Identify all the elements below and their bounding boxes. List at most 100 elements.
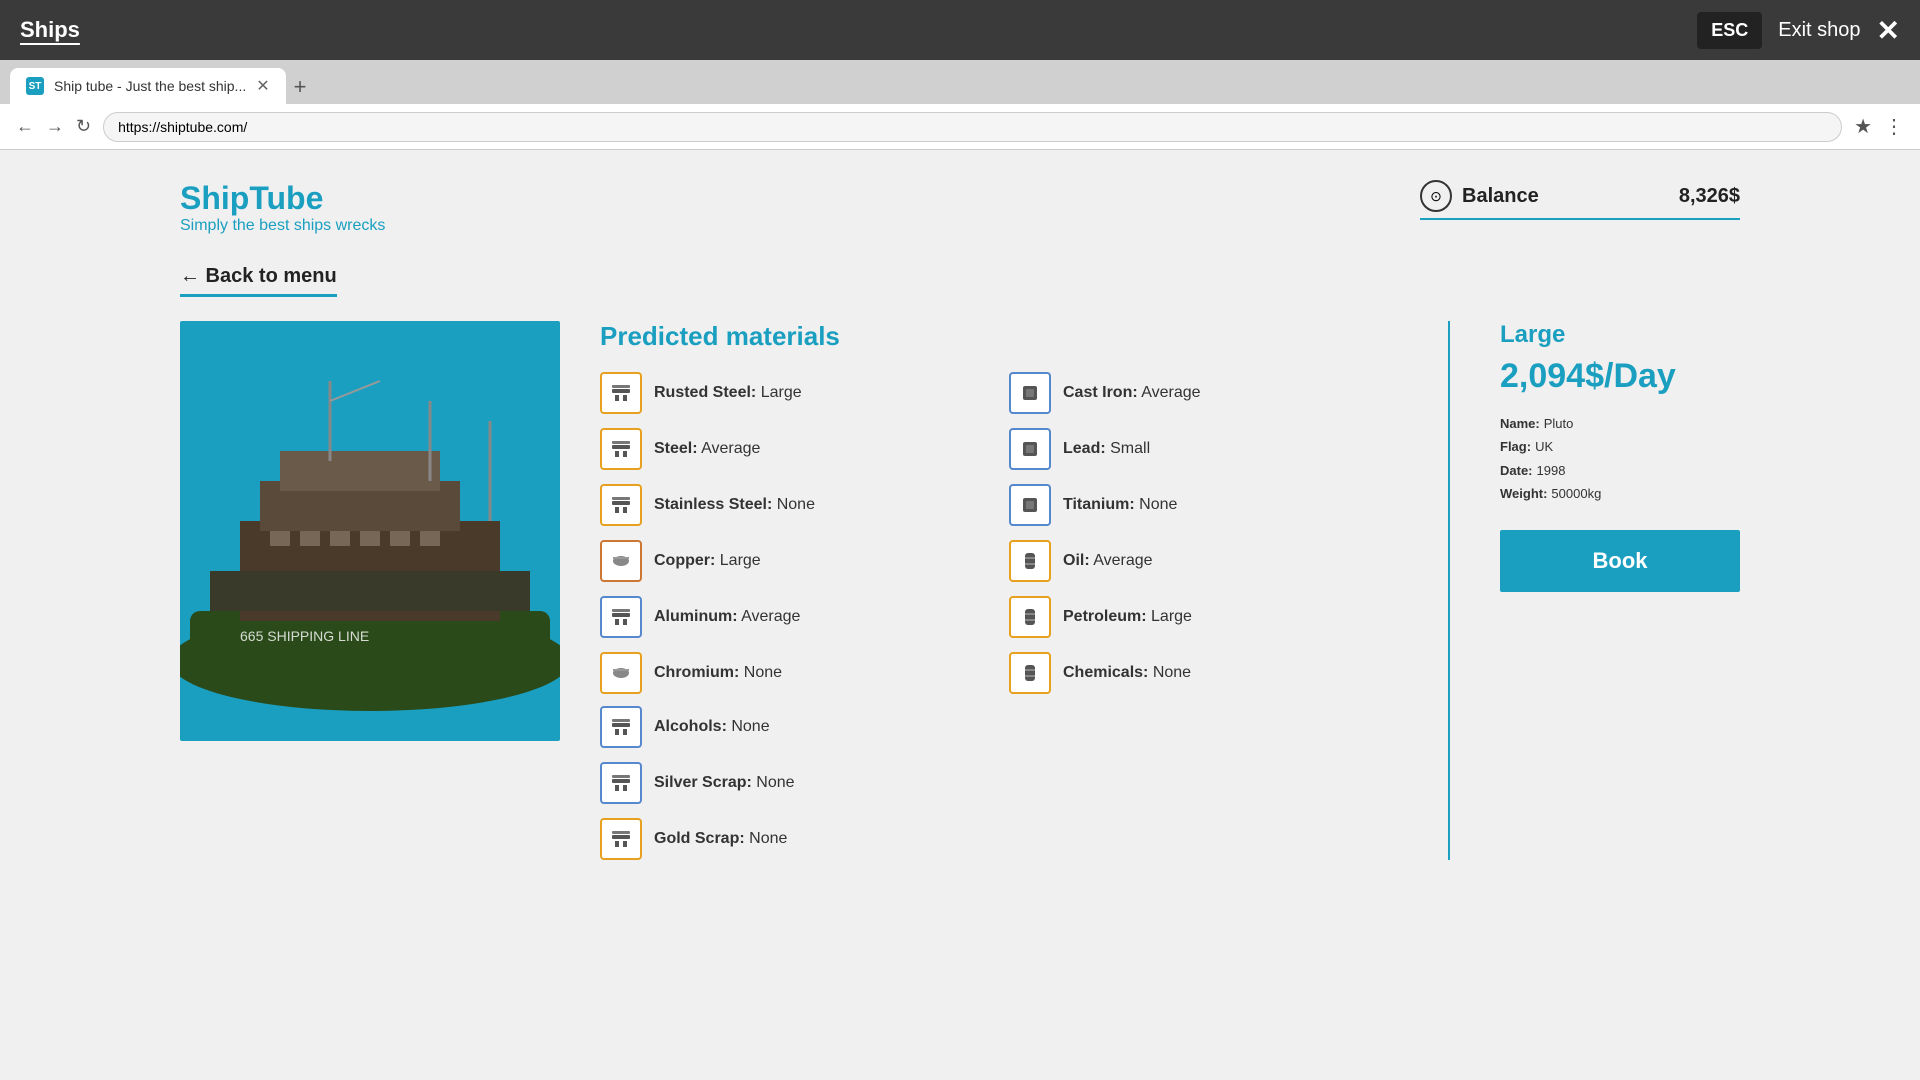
ship-weight-row: Weight: 50000kg xyxy=(1500,482,1740,505)
address-bar: ← → ↻ ★ ⋮ xyxy=(0,104,1920,150)
ship-name-label: Name: xyxy=(1500,412,1540,435)
material-icon-petroleum xyxy=(1009,596,1051,638)
material-icon-steel xyxy=(600,428,642,470)
tab-title: Ship tube - Just the best ship... xyxy=(54,78,246,94)
material-icon-oil xyxy=(1009,540,1051,582)
list-item: Alcohols: None xyxy=(600,706,1398,748)
list-item: Lead: Small xyxy=(1009,428,1398,470)
material-name-aluminum: Aluminum: Average xyxy=(654,608,800,626)
brand-section: ShipTube Simply the best ships wrecks xyxy=(180,180,385,235)
browser-menu-icon[interactable]: ⋮ xyxy=(1884,114,1904,139)
balance-section: ⊙ Balance 8,326$ xyxy=(1420,180,1740,220)
app-title: Ships xyxy=(20,17,80,43)
balance-row: ⊙ Balance 8,326$ xyxy=(1420,180,1740,220)
forward-nav-button[interactable]: → xyxy=(46,116,64,137)
ship-flag-value: UK xyxy=(1535,435,1553,458)
ship-flag-row: Flag: UK xyxy=(1500,435,1740,458)
material-icon-stainless-steel xyxy=(600,484,642,526)
ship-date-value: 1998 xyxy=(1537,459,1566,482)
list-item: Oil: Average xyxy=(1009,540,1398,582)
url-input[interactable] xyxy=(103,112,1842,142)
material-icon-chemicals xyxy=(1009,652,1051,694)
back-to-menu-button[interactable]: ← Back to menu xyxy=(180,265,337,297)
material-name-rusted-steel: Rusted Steel: Large xyxy=(654,384,802,402)
ship-name-value: Pluto xyxy=(1544,412,1574,435)
ship-flag-label: Flag: xyxy=(1500,435,1531,458)
page-content: ShipTube Simply the best ships wrecks ⊙ … xyxy=(0,150,1920,1080)
material-name-gold-scrap: Gold Scrap: None xyxy=(654,830,787,848)
ship-weight-label: Weight: xyxy=(1500,482,1547,505)
list-item: Rusted Steel: Large xyxy=(600,372,989,414)
esc-button[interactable]: ESC xyxy=(1697,12,1762,49)
list-item: Copper: Large xyxy=(600,540,989,582)
book-button[interactable]: Book xyxy=(1500,530,1740,592)
material-icon-aluminum xyxy=(600,596,642,638)
material-icon-copper xyxy=(600,540,642,582)
ship-svg: 665 SHIPPING LINE xyxy=(180,321,560,741)
list-item: Chromium: None xyxy=(600,652,989,694)
bookmark-icon[interactable]: ★ xyxy=(1854,114,1872,139)
material-name-chemicals: Chemicals: None xyxy=(1063,664,1191,682)
balance-amount: 8,326$ xyxy=(1679,185,1740,208)
list-item: Aluminum: Average xyxy=(600,596,989,638)
tab-favicon: ST xyxy=(26,77,44,95)
material-name-petroleum: Petroleum: Large xyxy=(1063,608,1192,626)
svg-text:665 SHIPPING LINE: 665 SHIPPING LINE xyxy=(240,628,369,644)
materials-left-column: Rusted Steel: Large Steel: Average xyxy=(600,372,989,694)
list-item: Steel: Average xyxy=(600,428,989,470)
close-button[interactable]: ✕ xyxy=(1877,14,1900,47)
material-icon-silver-scrap xyxy=(600,762,642,804)
tab-close-button[interactable]: ✕ xyxy=(256,76,269,96)
browser-controls: ESC Exit shop ✕ xyxy=(1697,12,1900,49)
ship-weight-value: 50000kg xyxy=(1551,482,1601,505)
ship-size-badge: Large xyxy=(1500,321,1740,349)
back-nav-button[interactable]: ← xyxy=(16,116,34,137)
ship-date-label: Date: xyxy=(1500,459,1533,482)
browser-tab[interactable]: ST Ship tube - Just the best ship... ✕ xyxy=(10,68,286,104)
ship-image: 665 SHIPPING LINE xyxy=(180,321,560,741)
material-icon-chromium xyxy=(600,652,642,694)
material-icon-titanium xyxy=(1009,484,1051,526)
brand-name: ShipTube xyxy=(180,180,385,217)
material-name-copper: Copper: Large xyxy=(654,552,761,570)
list-item: Petroleum: Large xyxy=(1009,596,1398,638)
list-item: Titanium: None xyxy=(1009,484,1398,526)
refresh-nav-button[interactable]: ↻ xyxy=(76,116,91,137)
tab-bar: ST Ship tube - Just the best ship... ✕ + xyxy=(0,60,1920,104)
list-item: Chemicals: None xyxy=(1009,652,1398,694)
material-icon-rusted-steel xyxy=(600,372,642,414)
material-name-oil: Oil: Average xyxy=(1063,552,1153,570)
section-divider xyxy=(1448,321,1450,860)
materials-section: Predicted materials Rusted Steel: Large xyxy=(600,321,1398,860)
material-name-titanium: Titanium: None xyxy=(1063,496,1177,514)
ship-details-panel: Large 2,094$/Day Name: Pluto Flag: UK Da… xyxy=(1500,321,1740,592)
materials-title: Predicted materials xyxy=(600,321,1398,352)
ship-date-row: Date: 1998 xyxy=(1500,459,1740,482)
materials-right-column: Cast Iron: Average Lead: Small xyxy=(1009,372,1398,694)
material-icon-lead xyxy=(1009,428,1051,470)
material-icon-alcohols xyxy=(600,706,642,748)
material-name-stainless-steel: Stainless Steel: None xyxy=(654,496,815,514)
ship-price: 2,094$/Day xyxy=(1500,357,1740,396)
material-name-lead: Lead: Small xyxy=(1063,440,1150,458)
material-name-steel: Steel: Average xyxy=(654,440,760,458)
exit-shop-link[interactable]: Exit shop xyxy=(1778,19,1860,42)
material-icon-cast-iron xyxy=(1009,372,1051,414)
ship-details: Name: Pluto Flag: UK Date: 1998 Weight: … xyxy=(1500,412,1740,506)
material-name-silver-scrap: Silver Scrap: None xyxy=(654,774,795,792)
balance-label: Balance xyxy=(1462,185,1539,208)
balance-icon: ⊙ xyxy=(1420,180,1452,212)
new-tab-button[interactable]: + xyxy=(294,74,307,100)
material-name-alcohols: Alcohols: None xyxy=(654,718,770,736)
materials-bottom: Alcohols: None Silver Scrap: None Gold S… xyxy=(600,706,1398,860)
material-icon-gold-scrap xyxy=(600,818,642,860)
list-item: Cast Iron: Average xyxy=(1009,372,1398,414)
material-name-chromium: Chromium: None xyxy=(654,664,782,682)
main-layout: 665 SHIPPING LINE Predicted materials Ru… xyxy=(180,321,1740,860)
ship-name-row: Name: Pluto xyxy=(1500,412,1740,435)
brand-tagline: Simply the best ships wrecks xyxy=(180,217,385,235)
list-item: Silver Scrap: None xyxy=(600,762,1398,804)
list-item: Gold Scrap: None xyxy=(600,818,1398,860)
material-name-cast-iron: Cast Iron: Average xyxy=(1063,384,1201,402)
list-item: Stainless Steel: None xyxy=(600,484,989,526)
